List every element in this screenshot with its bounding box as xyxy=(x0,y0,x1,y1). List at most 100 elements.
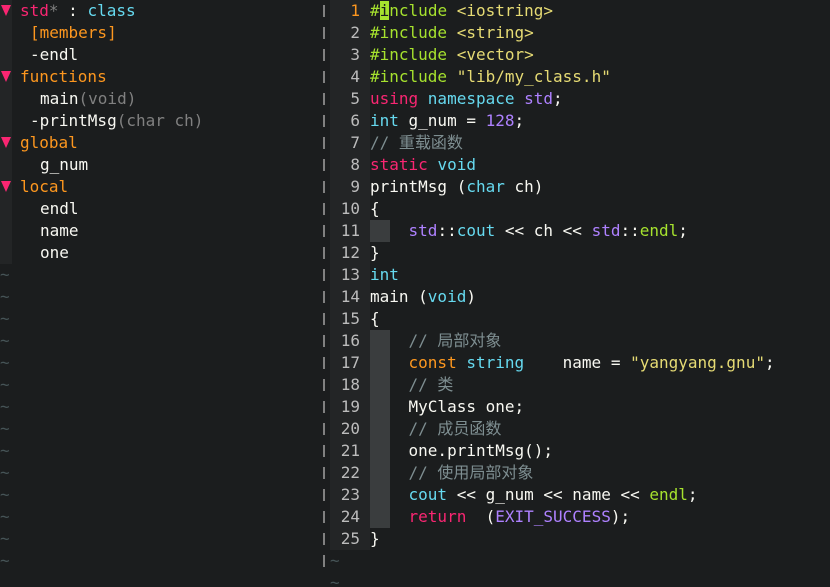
fold-triangle-icon[interactable] xyxy=(1,66,11,88)
code-text[interactable]: main (void) xyxy=(370,286,476,308)
tagbar-entry: endl xyxy=(40,198,79,220)
fold-triangle-icon[interactable] xyxy=(1,176,11,198)
code-text[interactable]: // 类 xyxy=(370,374,454,396)
code-text[interactable]: using namespace std; xyxy=(370,88,563,110)
code-token: EXIT_SUCCESS xyxy=(495,507,611,526)
code-text[interactable]: // 局部对象 xyxy=(370,330,502,352)
code-line[interactable]: 16 // 局部对象 xyxy=(330,330,830,352)
code-text[interactable]: MyClass one; xyxy=(370,396,525,418)
code-line[interactable]: 9 printMsg (char ch) xyxy=(330,176,830,198)
code-text[interactable]: #include "lib/my_class.h" xyxy=(370,66,611,88)
code-text[interactable]: // 使用局部对象 xyxy=(370,462,534,484)
code-token: char xyxy=(466,177,515,196)
code-line[interactable]: 14 main (void) xyxy=(330,286,830,308)
tilde-marker: ~ xyxy=(0,287,10,306)
code-text[interactable]: #include <vector> xyxy=(370,44,534,66)
tagbar-row[interactable]: name xyxy=(0,220,320,242)
code-line[interactable]: 1 #include <iostring> xyxy=(330,0,830,22)
code-text[interactable]: printMsg (char ch) xyxy=(370,176,543,198)
tagbar-row[interactable]: std* : class xyxy=(0,0,320,22)
code-text[interactable]: static void xyxy=(370,154,476,176)
vertical-split-separator[interactable] xyxy=(320,0,330,587)
tagbar-row[interactable]: -printMsg(char ch) xyxy=(0,110,320,132)
code-line[interactable]: 24 return (EXIT_SUCCESS); xyxy=(330,506,830,528)
code-line[interactable]: 3 #include <vector> xyxy=(330,44,830,66)
code-text[interactable]: one.printMsg(); xyxy=(370,440,554,462)
code-text[interactable]: cout << g_num << name << endl; xyxy=(370,484,698,506)
code-token: << ch << xyxy=(504,221,592,240)
code-token: // 使用局部对象 xyxy=(408,463,534,482)
tagbar-row[interactable]: global xyxy=(0,132,320,154)
tagbar-row[interactable]: functions xyxy=(0,66,320,88)
tilde-marker: ~ xyxy=(0,353,10,372)
code-line[interactable]: 18 // 类 xyxy=(330,374,830,396)
code-editor-pane[interactable]: 1 #include <iostring> 2 #include <string> 3 #… xyxy=(330,0,830,587)
code-text[interactable]: #include <iostring> xyxy=(370,0,553,22)
tagbar-text: local xyxy=(20,177,69,196)
code-line[interactable]: 13 int xyxy=(330,264,830,286)
code-text[interactable]: // 重载函数 xyxy=(370,132,463,154)
code-token: // 局部对象 xyxy=(408,331,502,350)
code-text[interactable]: } xyxy=(370,528,380,550)
code-line[interactable]: 10 { xyxy=(330,198,830,220)
code-line[interactable]: 17 const string name = "yangyang.gnu"; xyxy=(330,352,830,374)
tagbar-row[interactable]: g_num xyxy=(0,154,320,176)
code-text[interactable]: // 成员函数 xyxy=(370,418,502,440)
tagbar-row[interactable]: endl xyxy=(0,198,320,220)
code-text[interactable]: const string name = "yangyang.gnu"; xyxy=(370,352,775,374)
empty-line: ~ xyxy=(0,396,320,418)
code-line[interactable]: 15 { xyxy=(330,308,830,330)
code-line[interactable]: 12} xyxy=(330,242,830,264)
code-text[interactable]: #include <string> xyxy=(370,22,534,44)
tagbar-text: g_num xyxy=(40,155,89,174)
code-line[interactable]: 6 int g_num = 128; xyxy=(330,110,830,132)
empty-line: ~ xyxy=(0,330,320,352)
code-line[interactable]: 19 MyClass one; xyxy=(330,396,830,418)
empty-line: ~ xyxy=(0,550,320,572)
code-line[interactable]: 20 // 成员函数 xyxy=(330,418,830,440)
code-text[interactable]: return (EXIT_SUCCESS); xyxy=(370,506,631,528)
tagbar-row[interactable]: local xyxy=(0,176,320,198)
tagbar-row[interactable]: [members] xyxy=(0,22,320,44)
tagbar-entry: one xyxy=(40,242,69,264)
code-token: :: xyxy=(437,221,457,240)
code-token: endl xyxy=(639,221,679,240)
code-text[interactable]: { xyxy=(370,198,380,220)
separator-bar xyxy=(323,467,325,479)
fold-triangle-icon[interactable] xyxy=(1,0,11,22)
code-token: # xyxy=(370,1,380,20)
tagbar-text: [members] xyxy=(30,23,117,42)
tagbar-row[interactable]: -endl xyxy=(0,44,320,66)
empty-line: ~ xyxy=(330,550,830,572)
code-text[interactable]: int g_num = 128; xyxy=(370,110,524,132)
tagbar-panel[interactable]: std* : class [members] -endl functions main(… xyxy=(0,0,320,587)
code-line[interactable]: 5 using namespace std; xyxy=(330,88,830,110)
code-token: << g_num << name << xyxy=(456,485,650,504)
code-text[interactable]: int xyxy=(370,264,399,286)
code-line[interactable]: 8 static void xyxy=(330,154,830,176)
code-line[interactable]: 2 #include <string> xyxy=(330,22,830,44)
code-line[interactable]: 21 one.printMsg(); xyxy=(330,440,830,462)
tagbar-text: (char ch) xyxy=(116,111,204,130)
code-line[interactable]: 25} xyxy=(330,528,830,550)
separator-bar xyxy=(323,203,325,215)
fold-triangle-icon[interactable] xyxy=(1,132,11,154)
code-token: "lib/my_class.h" xyxy=(456,67,611,86)
line-number: 24 xyxy=(340,507,360,526)
code-line[interactable]: 22 // 使用局部对象 xyxy=(330,462,830,484)
empty-line: ~ xyxy=(0,352,320,374)
tagbar-row[interactable]: main(void) xyxy=(0,88,320,110)
code-line[interactable]: 11 std::cout << ch << std::endl; xyxy=(330,220,830,242)
code-line[interactable]: 7 // 重载函数 xyxy=(330,132,830,154)
tagbar-text: : xyxy=(68,1,88,20)
code-text[interactable]: } xyxy=(370,242,380,264)
tilde-marker: ~ xyxy=(0,265,10,284)
tagbar-row[interactable]: one xyxy=(0,242,320,264)
code-text[interactable]: std::cout << ch << std::endl; xyxy=(370,220,688,242)
code-line[interactable]: 4 #include "lib/my_class.h" xyxy=(330,66,830,88)
code-token: #include xyxy=(370,45,457,64)
code-text[interactable]: { xyxy=(370,308,380,330)
code-line[interactable]: 23 cout << g_num << name << endl; xyxy=(330,484,830,506)
